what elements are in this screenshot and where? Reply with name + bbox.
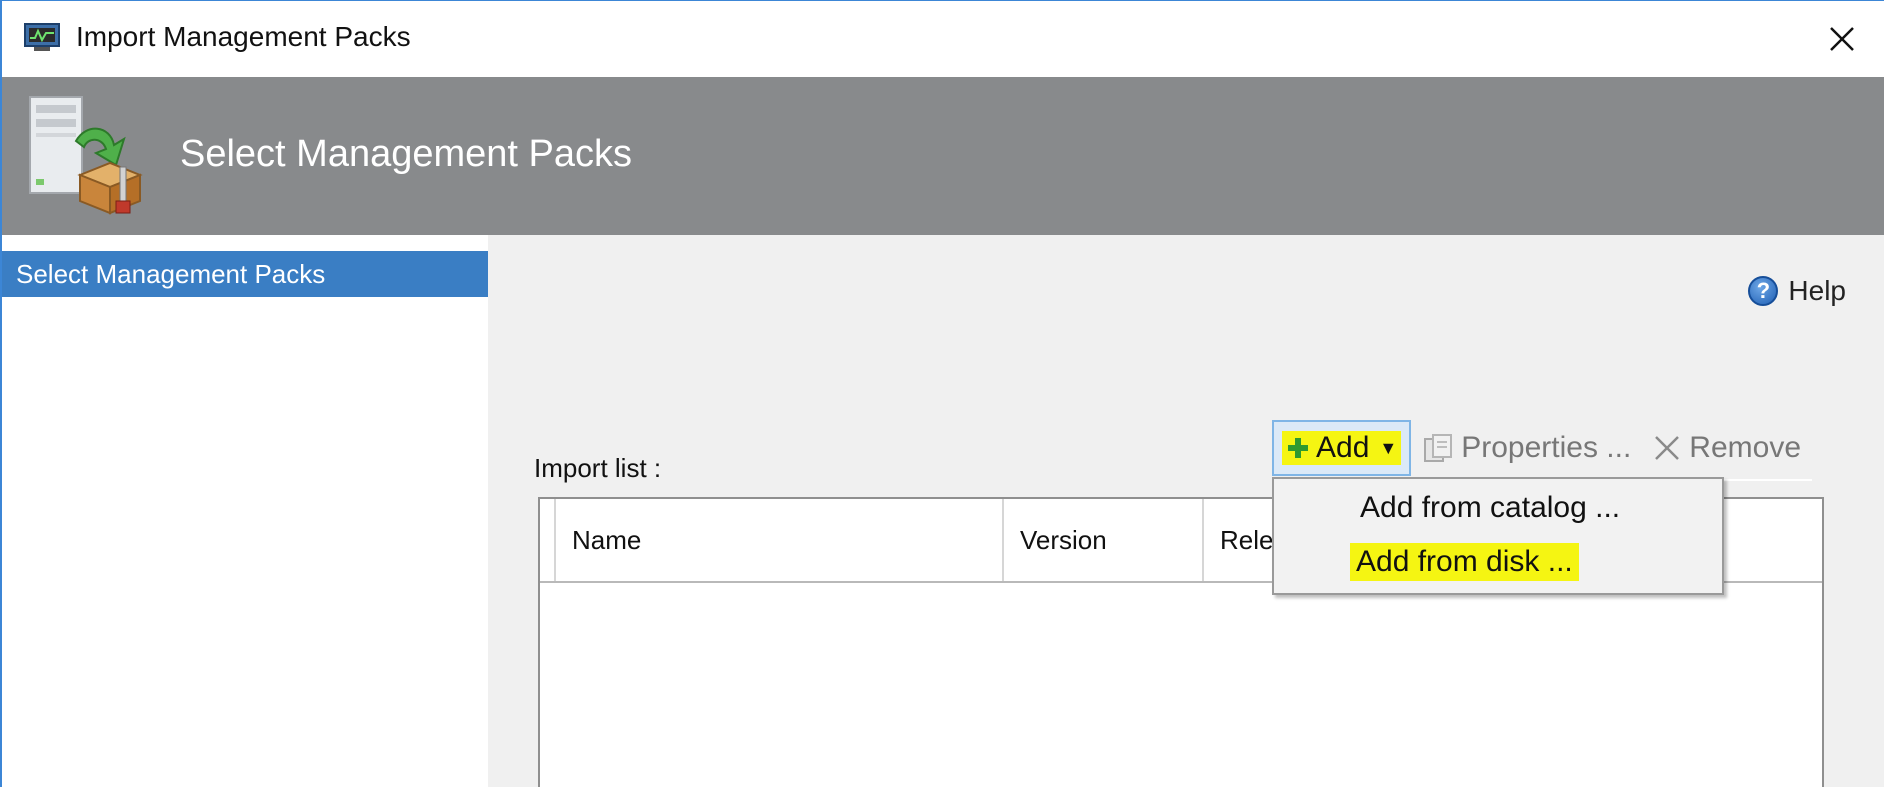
import-package-icon xyxy=(24,93,148,217)
menu-item-add-from-disk[interactable]: Add from disk ... xyxy=(1350,543,1579,581)
header-banner: Select Management Packs xyxy=(2,77,1884,235)
properties-icon xyxy=(1424,434,1453,462)
help-link[interactable]: ? Help xyxy=(1748,275,1846,307)
properties-button[interactable]: Properties ... xyxy=(1411,422,1641,474)
sidebar-item-select-management-packs[interactable]: Select Management Packs xyxy=(2,251,488,297)
remove-x-icon xyxy=(1655,436,1680,460)
import-toolbar: Add ▼ Properties ... Remove xyxy=(1272,420,1811,476)
column-header-name[interactable]: Name xyxy=(556,499,1004,581)
add-label: Add xyxy=(1316,431,1370,464)
window-title: Import Management Packs xyxy=(76,21,411,52)
menu-item-add-from-catalog[interactable]: Add from catalog ... xyxy=(1360,491,1620,525)
remove-label: Remove xyxy=(1689,431,1802,464)
plus-icon xyxy=(1288,438,1308,458)
import-management-packs-window: Import Management Packs Select Managemen… xyxy=(0,0,1884,787)
title-bar: Import Management Packs xyxy=(2,1,1884,77)
add-dropdown-menu: Add from catalog ... Add from disk ... xyxy=(1272,477,1724,595)
close-button[interactable] xyxy=(1814,11,1870,67)
column-header-version[interactable]: Version xyxy=(1004,499,1204,581)
monitor-icon xyxy=(24,23,60,53)
add-highlight: Add ▼ xyxy=(1282,431,1402,465)
banner-title: Select Management Packs xyxy=(180,133,633,175)
import-list-label: Import list : xyxy=(534,453,662,483)
properties-label: Properties ... xyxy=(1461,431,1632,464)
add-button[interactable]: Add ▼ xyxy=(1272,420,1412,476)
row-header-column xyxy=(540,499,556,581)
chevron-down-icon: ▼ xyxy=(1379,437,1398,458)
close-icon xyxy=(1830,27,1854,51)
help-label: Help xyxy=(1788,275,1846,306)
help-icon: ? xyxy=(1748,276,1779,306)
remove-button[interactable]: Remove xyxy=(1641,422,1811,474)
sidebar: Select Management Packs xyxy=(2,235,488,787)
